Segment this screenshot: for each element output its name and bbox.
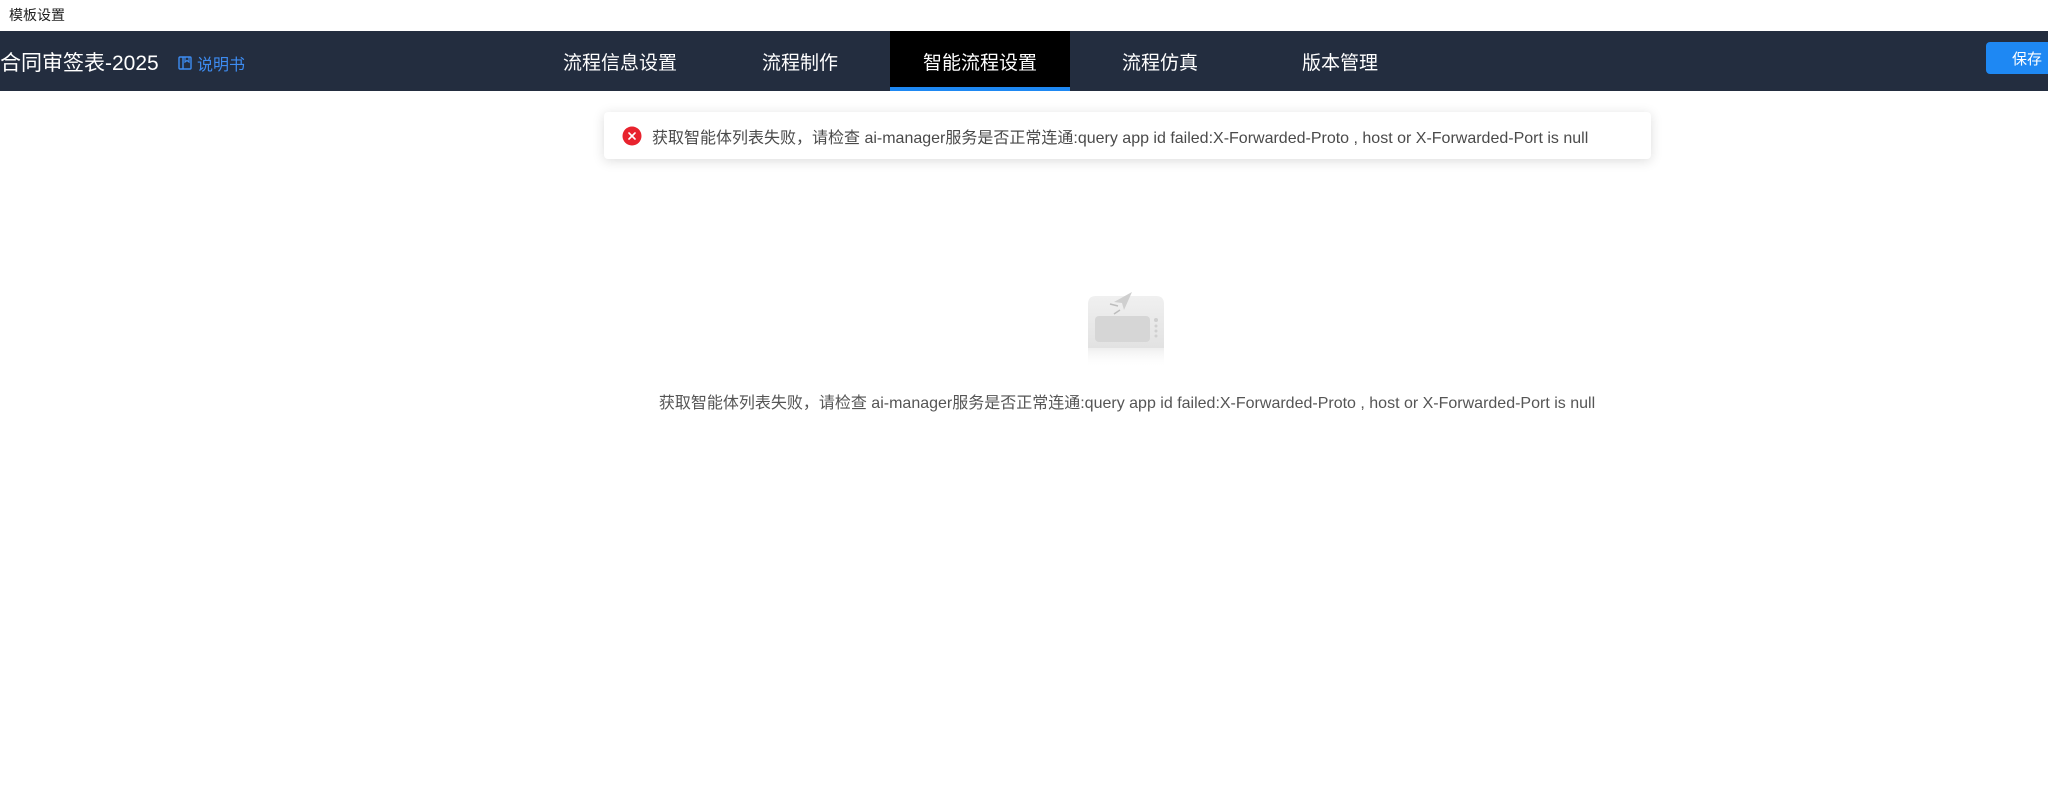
book-icon: [178, 56, 192, 70]
error-toast-message: 获取智能体列表失败，请检查 ai-manager服务是否正常连通:query a…: [652, 129, 1589, 147]
tab-process-simulation[interactable]: 流程仿真: [1080, 31, 1240, 91]
save-button[interactable]: 保存: [1986, 42, 2048, 74]
tab-version-management[interactable]: 版本管理: [1260, 31, 1420, 91]
tab-label: 智能流程设置: [922, 52, 1037, 74]
tab-label: 流程仿真: [1121, 52, 1198, 74]
window-title: 模板设置: [9, 7, 65, 23]
top-navigation-bar: 合同审签表-2025 说明书 流程信息设置 流程制作 智能流程设置 流程仿真 版…: [0, 31, 2048, 91]
tab-label: 流程信息设置: [562, 52, 677, 74]
manual-label: 说明书: [197, 57, 246, 74]
tab-label: 流程制作: [761, 52, 838, 74]
tab-smart-process-settings[interactable]: 智能流程设置: [890, 31, 1070, 91]
empty-state-illustration: [1088, 292, 1164, 368]
tab-label: 版本管理: [1301, 52, 1378, 74]
empty-state-message: 获取智能体列表失败，请检查 ai-manager服务是否正常连通:query a…: [658, 395, 1596, 412]
save-button-label: 保存: [2012, 50, 2043, 68]
tab-process-info-settings[interactable]: 流程信息设置: [540, 31, 700, 91]
manual-link[interactable]: 说明书: [177, 51, 245, 75]
tab-process-design[interactable]: 流程制作: [720, 31, 880, 91]
window-titlebar: 模板设置: [0, 0, 2048, 31]
document-title: 合同审签表-2025: [0, 52, 159, 75]
error-circle-icon: [622, 126, 642, 145]
error-toast: 获取智能体列表失败，请检查 ai-manager服务是否正常连通:query a…: [604, 112, 1651, 159]
